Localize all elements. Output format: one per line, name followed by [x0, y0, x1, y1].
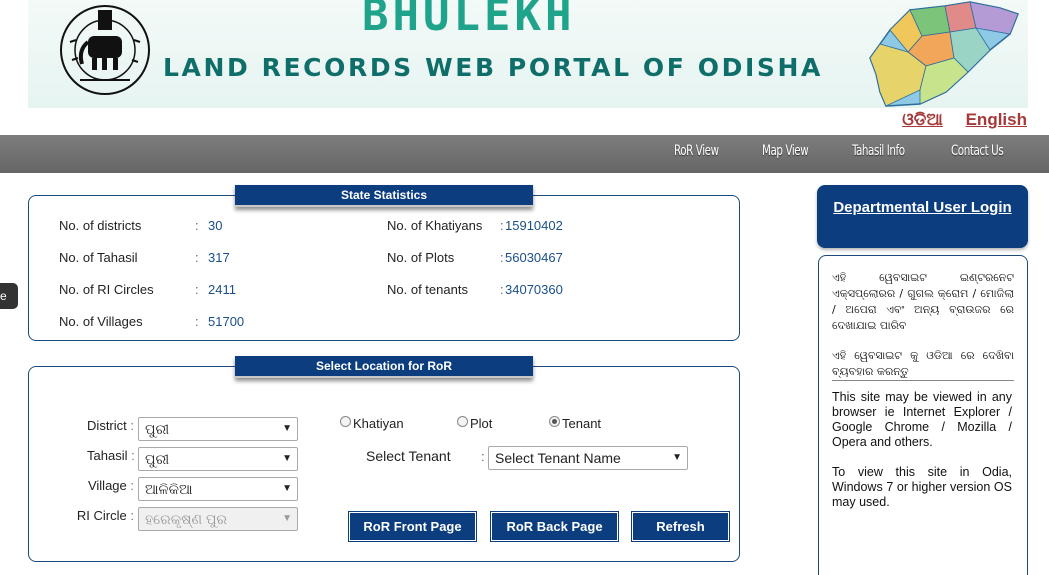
district-select[interactable]: ପୁରୀ ▼ — [138, 417, 298, 441]
stat-separator: : — [195, 218, 199, 233]
stat-plots-label: No. of Plots — [387, 250, 455, 265]
browser-info-box: ଏହି ୱେବସାଇଟ ଇଣ୍ଟରନେଟ ଏକ୍ସପ୍ଲୋରର / ଗୁଗଲ କ… — [818, 255, 1028, 575]
stat-tenants-label: No. of tenants — [387, 282, 468, 297]
nav-contact-us[interactable]: Contact Us — [951, 143, 1004, 159]
radio-icon — [457, 416, 468, 427]
stat-separator: : — [195, 250, 199, 265]
odisha-emblem-logo — [60, 5, 150, 95]
header-banner: BHULEKH LAND RECORDS WEB PORTAL OF ODISH… — [28, 0, 1028, 108]
stat-villages-value: 51700 — [208, 314, 245, 329]
english-odia-note: To view this site in Odia, Windows 7 or … — [832, 465, 1012, 509]
chevron-down-icon: ▼ — [282, 513, 292, 524]
nav-ror-view[interactable]: RoR View — [674, 143, 719, 159]
stat-separator: : — [500, 282, 504, 297]
chevron-down-icon: ▼ — [282, 453, 292, 464]
english-browser-note: This site may be viewed in any browser i… — [832, 390, 1012, 449]
tahasil-select[interactable]: ପୁରୀ ▼ — [138, 447, 298, 471]
stat-khatiyans-value: 15910402 — [505, 218, 563, 233]
odia-language-note: ଏହି ୱେବସାଇଟ କୁ ଓଡିଆ ରେ ଦେଖିବା ବ୍ୟବହାର କର… — [832, 349, 1014, 378]
site-header: BHULEKH LAND RECORDS WEB PORTAL OF ODISH… — [0, 0, 1049, 135]
stat-tahasil-label: No. of Tahasil — [59, 250, 138, 265]
ri-circle-select: ହରେକୃଷ୍ଣ ପୁର ▼ — [138, 507, 298, 531]
ri-circle-label: RI Circle : — [76, 508, 134, 523]
radio-icon — [340, 416, 351, 427]
language-switcher: ଓଡିଆ English — [884, 110, 1027, 130]
stat-plots-value: 56030467 — [505, 250, 563, 265]
stat-separator: : — [500, 218, 504, 233]
nav-tahasil-info[interactable]: Tahasil Info — [852, 143, 905, 159]
state-statistics-heading: State Statistics — [235, 185, 533, 207]
ror-front-page-button[interactable]: RoR Front Page — [348, 511, 477, 542]
stat-khatiyans-label: No. of Khatiyans — [387, 218, 483, 233]
odia-browser-note: ଏହି ୱେବସାଇଟ ଇଣ୍ଟରନେଟ ଏକ୍ସପ୍ଲୋରର / ଗୁଗଲ କ… — [832, 271, 1014, 332]
stat-ri-circles-value: 2411 — [208, 282, 236, 297]
tenant-separator: : — [481, 449, 485, 464]
stat-villages-label: No. of Villages — [59, 314, 143, 329]
departmental-login-box: Departmental User Login — [817, 185, 1028, 248]
nav-map-view[interactable]: Map View — [762, 143, 809, 159]
english-language-link[interactable]: English — [966, 110, 1027, 129]
side-feedback-tab[interactable]: e — [0, 283, 18, 309]
tenant-select[interactable]: Select Tenant Name ▼ — [488, 446, 688, 470]
ror-location-heading: Select Location for RoR — [235, 356, 533, 378]
tahasil-label: Tahasil : — [87, 448, 135, 463]
stat-districts-label: No. of districts — [59, 218, 142, 233]
stat-ri-circles-label: No. of RI Circles — [59, 282, 154, 297]
departmental-user-login-link[interactable]: Departmental User Login — [817, 199, 1028, 216]
state-statistics-panel: No. of districts : 30 No. of Tahasil : 3… — [28, 195, 740, 341]
odia-language-link[interactable]: ଓଡିଆ — [902, 110, 943, 129]
odisha-map-image — [869, 1, 1019, 107]
stat-districts-value: 30 — [208, 218, 223, 233]
divider — [832, 380, 1014, 381]
radio-khatiyan[interactable]: Khatiyan — [340, 416, 404, 431]
ror-back-page-button[interactable]: RoR Back Page — [490, 511, 619, 542]
stat-tenants-value: 34070360 — [505, 282, 563, 297]
chevron-down-icon: ▼ — [282, 483, 292, 494]
chevron-down-icon: ▼ — [282, 423, 292, 434]
portal-title: LAND RECORDS WEB PORTAL OF ODISHA — [163, 53, 823, 82]
radio-tenant[interactable]: Tenant — [549, 416, 601, 431]
district-label: District : — [87, 418, 134, 433]
radio-checked-icon — [549, 416, 560, 427]
stat-separator: : — [500, 250, 504, 265]
select-tenant-label: Select Tenant — [366, 448, 451, 464]
chevron-down-icon: ▼ — [672, 452, 682, 463]
refresh-button[interactable]: Refresh — [631, 511, 730, 542]
stat-tahasil-value: 317 — [208, 250, 230, 265]
village-label: Village : — [87, 478, 134, 493]
stat-separator: : — [195, 314, 199, 329]
stat-separator: : — [195, 282, 199, 297]
ror-location-panel: District : ପୁରୀ ▼ Tahasil : ପୁରୀ ▼ Village… — [28, 366, 740, 562]
bhulekh-brand-logo: BHULEKH — [362, 0, 576, 41]
village-select[interactable]: ଆଳିକିଆ ▼ — [138, 477, 298, 501]
main-nav: RoR View Map View Tahasil Info Contact U… — [0, 135, 1049, 173]
page: BHULEKH LAND RECORDS WEB PORTAL OF ODISH… — [0, 0, 1049, 575]
radio-plot[interactable]: Plot — [457, 416, 492, 431]
